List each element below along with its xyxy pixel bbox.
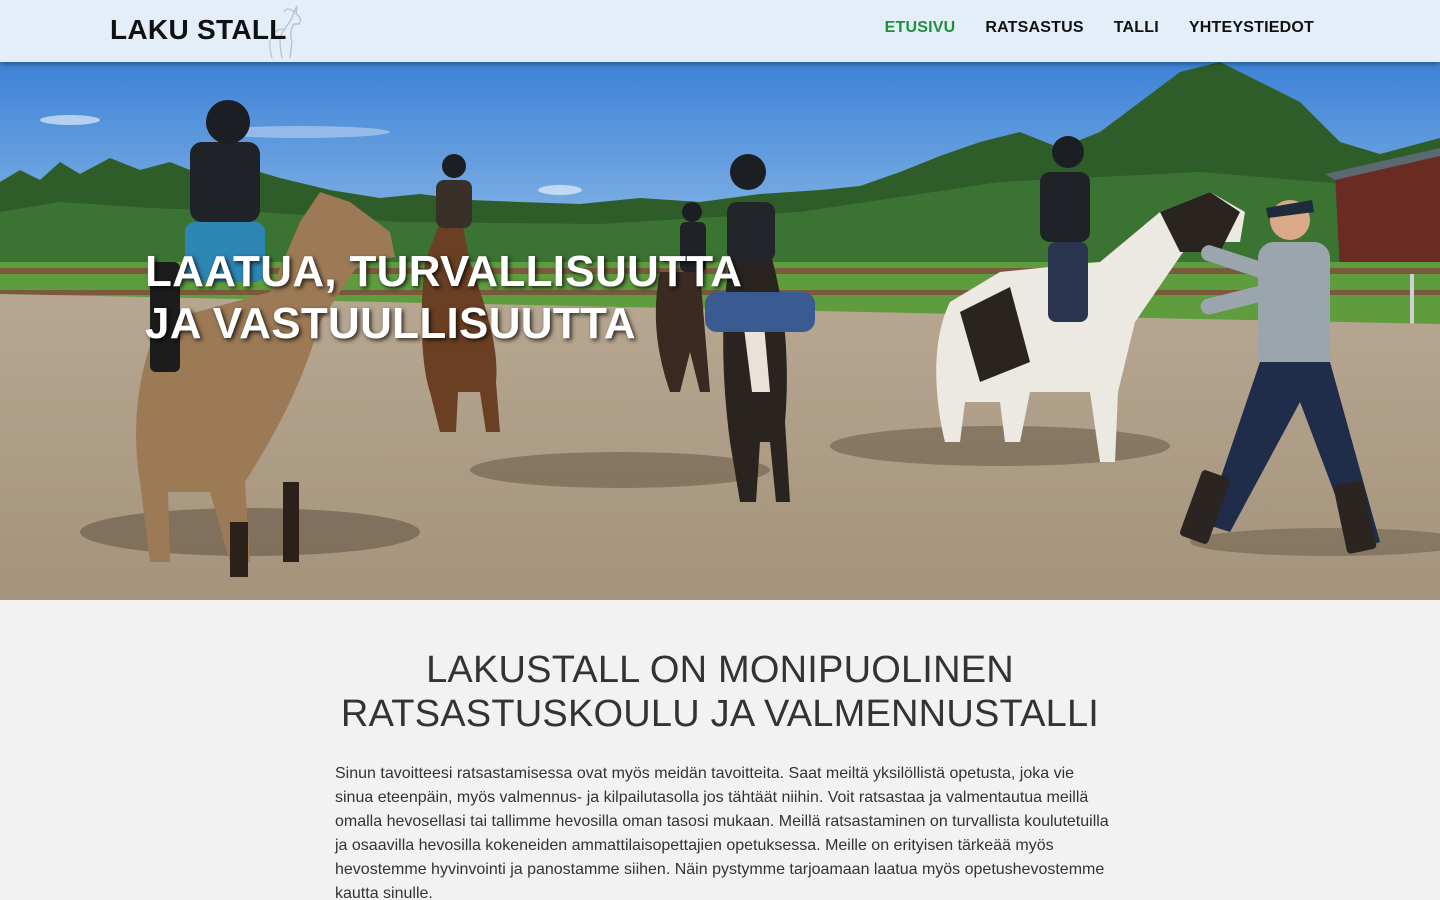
nav-etusivu[interactable]: ETUSIVU [885,19,956,37]
nav-talli[interactable]: TALLI [1114,19,1159,37]
nav-ratsastus[interactable]: RATSASTUS [985,19,1083,37]
site-header: LAKU STALL ETUSIVU RATSASTUS TALLI YHTEY… [0,0,1440,62]
main-nav: ETUSIVU RATSASTUS TALLI YHTEYSTIEDOT [885,0,1314,56]
hero-title-line-2: JA VASTUULLISUUTTA [145,299,637,348]
hero-title-line-1: LAATUA, TURVALLISUUTTA [145,247,743,296]
intro-heading-line-2: RATSASTUSKOULU JA VALMENNUSTALLI [340,693,1100,735]
intro-section: LAKUSTALL ON MONIPUOLINEN RATSASTUSKOULU… [0,600,1440,900]
logo[interactable]: LAKU STALL [110,0,310,62]
logo-text: LAKU STALL [110,14,287,45]
intro-heading-line-1: LAKUSTALL ON MONIPUOLINEN [426,649,1014,691]
intro-paragraph: Sinun tavoitteesi ratsastamisessa ovat m… [335,765,1109,900]
hero-banner: LAATUA, TURVALLISUUTTA JA VASTUULLISUUTT… [0,62,1440,600]
hero-title: LAATUA, TURVALLISUUTTA JA VASTUULLISUUTT… [145,246,742,350]
intro-heading: LAKUSTALL ON MONIPUOLINEN RATSASTUSKOULU… [0,648,1440,736]
nav-yhteystiedot[interactable]: YHTEYSTIEDOT [1189,19,1314,37]
